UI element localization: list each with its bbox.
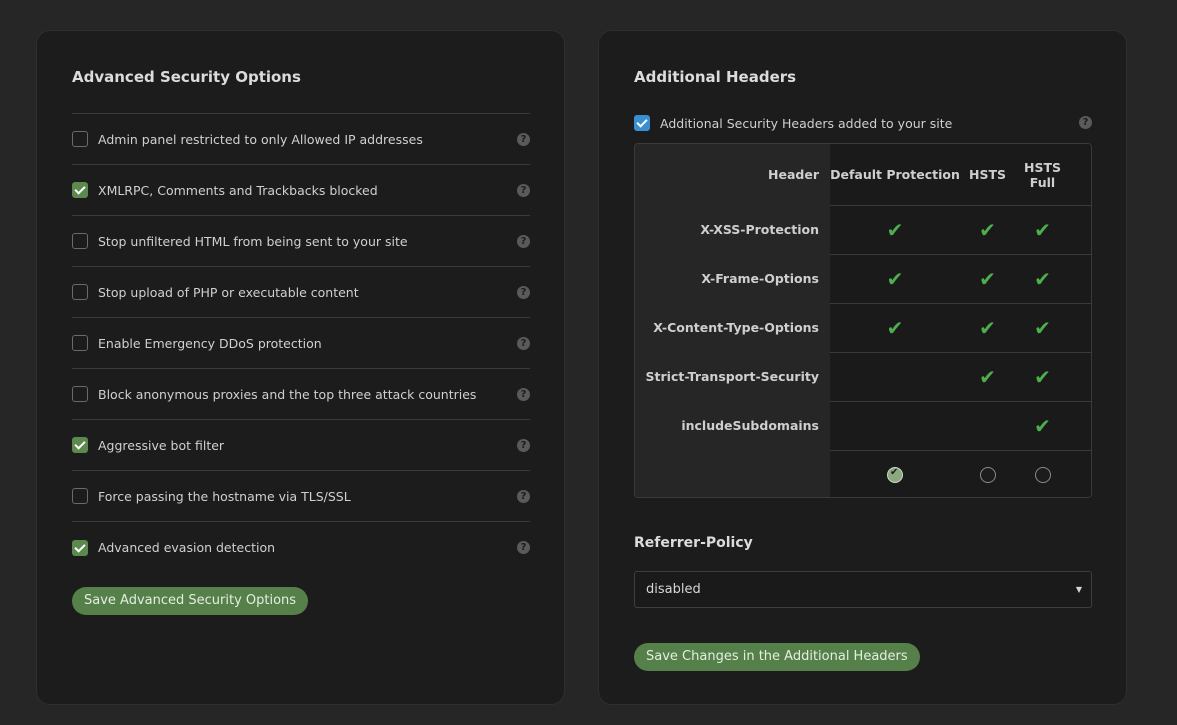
- check-icon: ✔: [1034, 266, 1051, 291]
- caret-down-icon: ▼: [1075, 585, 1082, 594]
- headers-table: Header Default Protection HSTS HSTS Full…: [634, 143, 1092, 498]
- table-radio-row: [635, 450, 1091, 497]
- check-icon: ✔: [1034, 217, 1051, 242]
- table-row: X-XSS-Protection ✔ ✔ ✔: [635, 205, 1091, 254]
- option-checkbox[interactable]: [72, 539, 88, 556]
- option-checkbox[interactable]: [72, 386, 88, 402]
- table-row: X-Frame-Options ✔ ✔ ✔: [635, 254, 1091, 303]
- help-icon[interactable]: ?: [517, 132, 530, 146]
- header-name: includeSubdomains: [681, 418, 819, 433]
- help-icon[interactable]: ?: [517, 438, 530, 452]
- check-icon: ✔: [979, 217, 996, 242]
- save-advanced-security-button[interactable]: Save Advanced Security Options: [72, 587, 309, 615]
- column-header-default: Default Protection: [830, 167, 960, 182]
- option-label: Stop upload of PHP or executable content: [98, 284, 359, 300]
- security-headers-toggle[interactable]: Additional Security Headers added to you…: [634, 115, 1092, 131]
- check-icon: ✔: [1034, 364, 1051, 389]
- help-icon[interactable]: ?: [1079, 116, 1092, 129]
- check-icon: ✔: [1034, 413, 1051, 438]
- default-protection-radio[interactable]: [887, 466, 903, 483]
- hsts-full-radio[interactable]: [1034, 466, 1051, 483]
- option-checkbox[interactable]: [72, 284, 88, 300]
- option-row[interactable]: Block anonymous proxies and the top thre…: [72, 369, 530, 420]
- column-header-hsts: HSTS: [969, 167, 1006, 182]
- security-headers-label: Additional Security Headers added to you…: [660, 115, 953, 131]
- option-label: Stop unfiltered HTML from being sent to …: [98, 233, 408, 249]
- save-additional-headers-button[interactable]: Save Changes in the Additional Headers: [634, 643, 920, 671]
- option-checkbox[interactable]: [72, 437, 88, 453]
- header-name: X-Frame-Options: [701, 271, 819, 286]
- option-label: Admin panel restricted to only Allowed I…: [98, 131, 423, 147]
- check-icon: ✔: [979, 266, 996, 291]
- option-label: Advanced evasion detection: [98, 540, 276, 555]
- option-label: Enable Emergency DDoS protection: [98, 335, 322, 351]
- option-label: Force passing the hostname via TLS/SSL: [98, 488, 351, 504]
- option-row[interactable]: XMLRPC, Comments and Trackbacks blocked …: [72, 165, 530, 216]
- option-row[interactable]: Stop unfiltered HTML from being sent to …: [72, 216, 530, 267]
- help-icon[interactable]: ?: [517, 387, 530, 401]
- check-icon: ✔: [979, 364, 996, 389]
- additional-headers-card: Additional Headers Additional Security H…: [598, 30, 1127, 705]
- help-icon[interactable]: ?: [517, 336, 530, 350]
- referrer-policy-title: Referrer-Policy: [634, 535, 753, 551]
- header-name: X-Content-Type-Options: [653, 320, 819, 335]
- option-row[interactable]: Force passing the hostname via TLS/SSL ?: [72, 471, 530, 522]
- option-row[interactable]: Aggressive bot filter ?: [72, 420, 530, 471]
- header-name: Strict-Transport-Security: [645, 369, 819, 384]
- option-checkbox[interactable]: [72, 488, 88, 504]
- column-header-hsts-full: HSTS Full: [1024, 159, 1061, 190]
- help-icon[interactable]: ?: [517, 489, 530, 503]
- referrer-policy-select[interactable]: disabled ▼: [634, 571, 1092, 608]
- option-label: Aggressive bot filter: [98, 437, 225, 453]
- check-icon: ✔: [1034, 315, 1051, 340]
- option-checkbox[interactable]: [72, 131, 88, 147]
- option-checkbox[interactable]: [72, 335, 88, 351]
- check-icon: ✔: [886, 266, 904, 291]
- table-row: includeSubdomains ✔: [635, 401, 1091, 450]
- advanced-options-list: Admin panel restricted to only Allowed I…: [72, 113, 530, 573]
- table-row: Strict-Transport-Security ✔ ✔: [635, 352, 1091, 401]
- help-icon[interactable]: ?: [517, 183, 530, 197]
- help-icon[interactable]: ?: [517, 234, 530, 248]
- check-icon: ✔: [979, 315, 996, 340]
- option-label: XMLRPC, Comments and Trackbacks blocked: [98, 182, 378, 198]
- table-header-row: Header Default Protection HSTS HSTS Full: [635, 144, 1091, 205]
- advanced-security-card: Advanced Security Options Admin panel re…: [36, 30, 565, 705]
- option-checkbox[interactable]: [72, 233, 88, 249]
- check-icon: ✔: [886, 217, 904, 242]
- option-checkbox[interactable]: [72, 182, 88, 198]
- help-icon[interactable]: ?: [517, 285, 530, 299]
- hsts-radio[interactable]: [979, 466, 996, 483]
- advanced-security-title: Advanced Security Options: [72, 68, 301, 86]
- help-icon[interactable]: ?: [517, 541, 530, 554]
- table-row: X-Content-Type-Options ✔ ✔ ✔: [635, 303, 1091, 352]
- security-headers-checkbox[interactable]: [634, 115, 650, 131]
- referrer-policy-value: disabled: [646, 582, 701, 597]
- option-label: Block anonymous proxies and the top thre…: [98, 386, 477, 402]
- additional-headers-title: Additional Headers: [634, 68, 797, 86]
- option-row[interactable]: Stop upload of PHP or executable content…: [72, 267, 530, 318]
- option-row[interactable]: Admin panel restricted to only Allowed I…: [72, 114, 530, 165]
- option-row[interactable]: Advanced evasion detection ?: [72, 522, 530, 573]
- check-icon: ✔: [886, 315, 904, 340]
- column-header-name: Header: [768, 167, 819, 182]
- option-row[interactable]: Enable Emergency DDoS protection ?: [72, 318, 530, 369]
- header-name: X-XSS-Protection: [700, 222, 819, 237]
